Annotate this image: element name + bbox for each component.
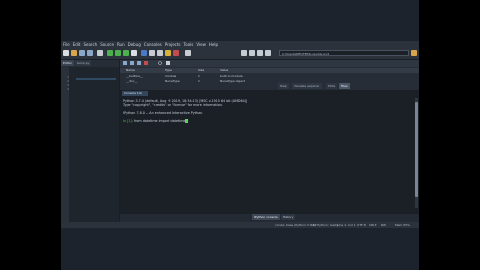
lower-right-tabs: IPython console History xyxy=(252,214,296,220)
editor-tabs: Editor temp.py xyxy=(61,60,92,66)
run-cell-advance-icon[interactable] xyxy=(123,50,129,56)
main-toolbar: C:\Users\INFOTEKS\.spyder-py3 xyxy=(61,48,419,60)
python-path-icon[interactable] xyxy=(249,50,255,56)
menu-debug[interactable]: Debug xyxy=(128,41,141,48)
menu-file[interactable]: File xyxy=(63,41,70,48)
upper-right-tabs: Help Variable explorer Plots Files xyxy=(120,83,419,89)
working-directory-input[interactable]: C:\Users\INFOTEKS\.spyder-py3 xyxy=(279,50,409,56)
console-scrollbar-thumb[interactable] xyxy=(415,102,418,197)
tab-plots[interactable]: Plots xyxy=(326,83,338,89)
column-value[interactable]: Value xyxy=(220,68,228,73)
preferences-icon[interactable] xyxy=(241,50,247,56)
run-cell-icon[interactable] xyxy=(115,50,121,56)
new-file-icon[interactable] xyxy=(63,50,69,56)
ipython-console[interactable]: Console 1/A Python 3.7.4 (default, Aug 9… xyxy=(120,90,419,214)
tab-ipython-console[interactable]: IPython console xyxy=(252,214,280,220)
console-input-line[interactable]: In [1]: from datetime import datetime xyxy=(123,119,189,123)
line-number: 4 xyxy=(67,87,69,91)
text-cursor xyxy=(185,119,189,123)
run-config-icon[interactable] xyxy=(97,50,103,56)
code-editor[interactable]: 1 2 3 4 xyxy=(61,67,119,222)
current-line-highlight xyxy=(76,78,116,80)
run-icon[interactable] xyxy=(107,50,113,56)
window-bottom-area xyxy=(61,228,419,270)
menu-consoles[interactable]: Consoles xyxy=(144,41,162,48)
window-titlebar xyxy=(61,0,419,41)
debug-icon[interactable] xyxy=(141,50,147,56)
menu-help[interactable]: Help xyxy=(209,41,218,48)
column-name[interactable]: Name xyxy=(126,68,135,73)
step-return-icon[interactable] xyxy=(165,50,171,56)
back-icon[interactable] xyxy=(257,50,263,56)
console-prompt: In [1]: xyxy=(123,119,133,123)
forward-icon[interactable] xyxy=(265,50,271,56)
menu-tools[interactable]: Tools xyxy=(184,41,194,48)
step-into-icon[interactable] xyxy=(157,50,163,56)
console-command: from datetime import datetime xyxy=(133,119,186,123)
tab-editor[interactable]: Editor xyxy=(61,60,74,66)
tab-files[interactable]: Files xyxy=(339,83,350,89)
menu-edit[interactable]: Edit xyxy=(73,41,81,48)
menu-view[interactable]: View xyxy=(196,41,206,48)
stop-debug-icon[interactable] xyxy=(173,50,179,56)
column-type[interactable]: Type xyxy=(165,68,172,73)
tab-history[interactable]: History xyxy=(280,214,296,220)
line-number-gutter: 1 2 3 4 xyxy=(61,67,69,222)
run-selection-icon[interactable] xyxy=(131,50,137,56)
column-size[interactable]: Size xyxy=(198,68,204,73)
variable-table-header: Name Type Size Value xyxy=(120,68,419,73)
refresh-icon[interactable] xyxy=(166,61,178,65)
menu-source[interactable]: Source xyxy=(100,41,114,48)
menu-bar: File Edit Search Source Run Debug Consol… xyxy=(61,41,419,48)
remove-variables-icon[interactable] xyxy=(144,61,156,65)
step-icon[interactable] xyxy=(149,50,155,56)
tab-temp-py[interactable]: temp.py xyxy=(74,60,92,66)
open-folder-icon[interactable] xyxy=(71,50,77,56)
maximize-pane-icon[interactable] xyxy=(185,50,191,56)
save-icon[interactable] xyxy=(79,50,85,56)
menu-run[interactable]: Run xyxy=(117,41,125,48)
save-all-icon[interactable] xyxy=(87,50,93,56)
console-banner-line: IPython 7.8.0 -- An enhanced Interactive… xyxy=(123,111,204,115)
tab-help[interactable]: Help xyxy=(278,83,289,89)
spyder-window: File Edit Search Source Run Debug Consol… xyxy=(61,0,419,270)
console-tab[interactable]: Console 1/A xyxy=(122,91,148,96)
browse-folder-icon[interactable] xyxy=(411,50,417,56)
tab-variable-explorer[interactable]: Variable explorer xyxy=(292,83,322,89)
menu-projects[interactable]: Projects xyxy=(165,41,181,48)
variable-explorer-toolbar xyxy=(120,60,419,67)
menu-search[interactable]: Search xyxy=(83,41,97,48)
console-banner-line: Type "copyright", "credits" or "license"… xyxy=(123,103,223,107)
